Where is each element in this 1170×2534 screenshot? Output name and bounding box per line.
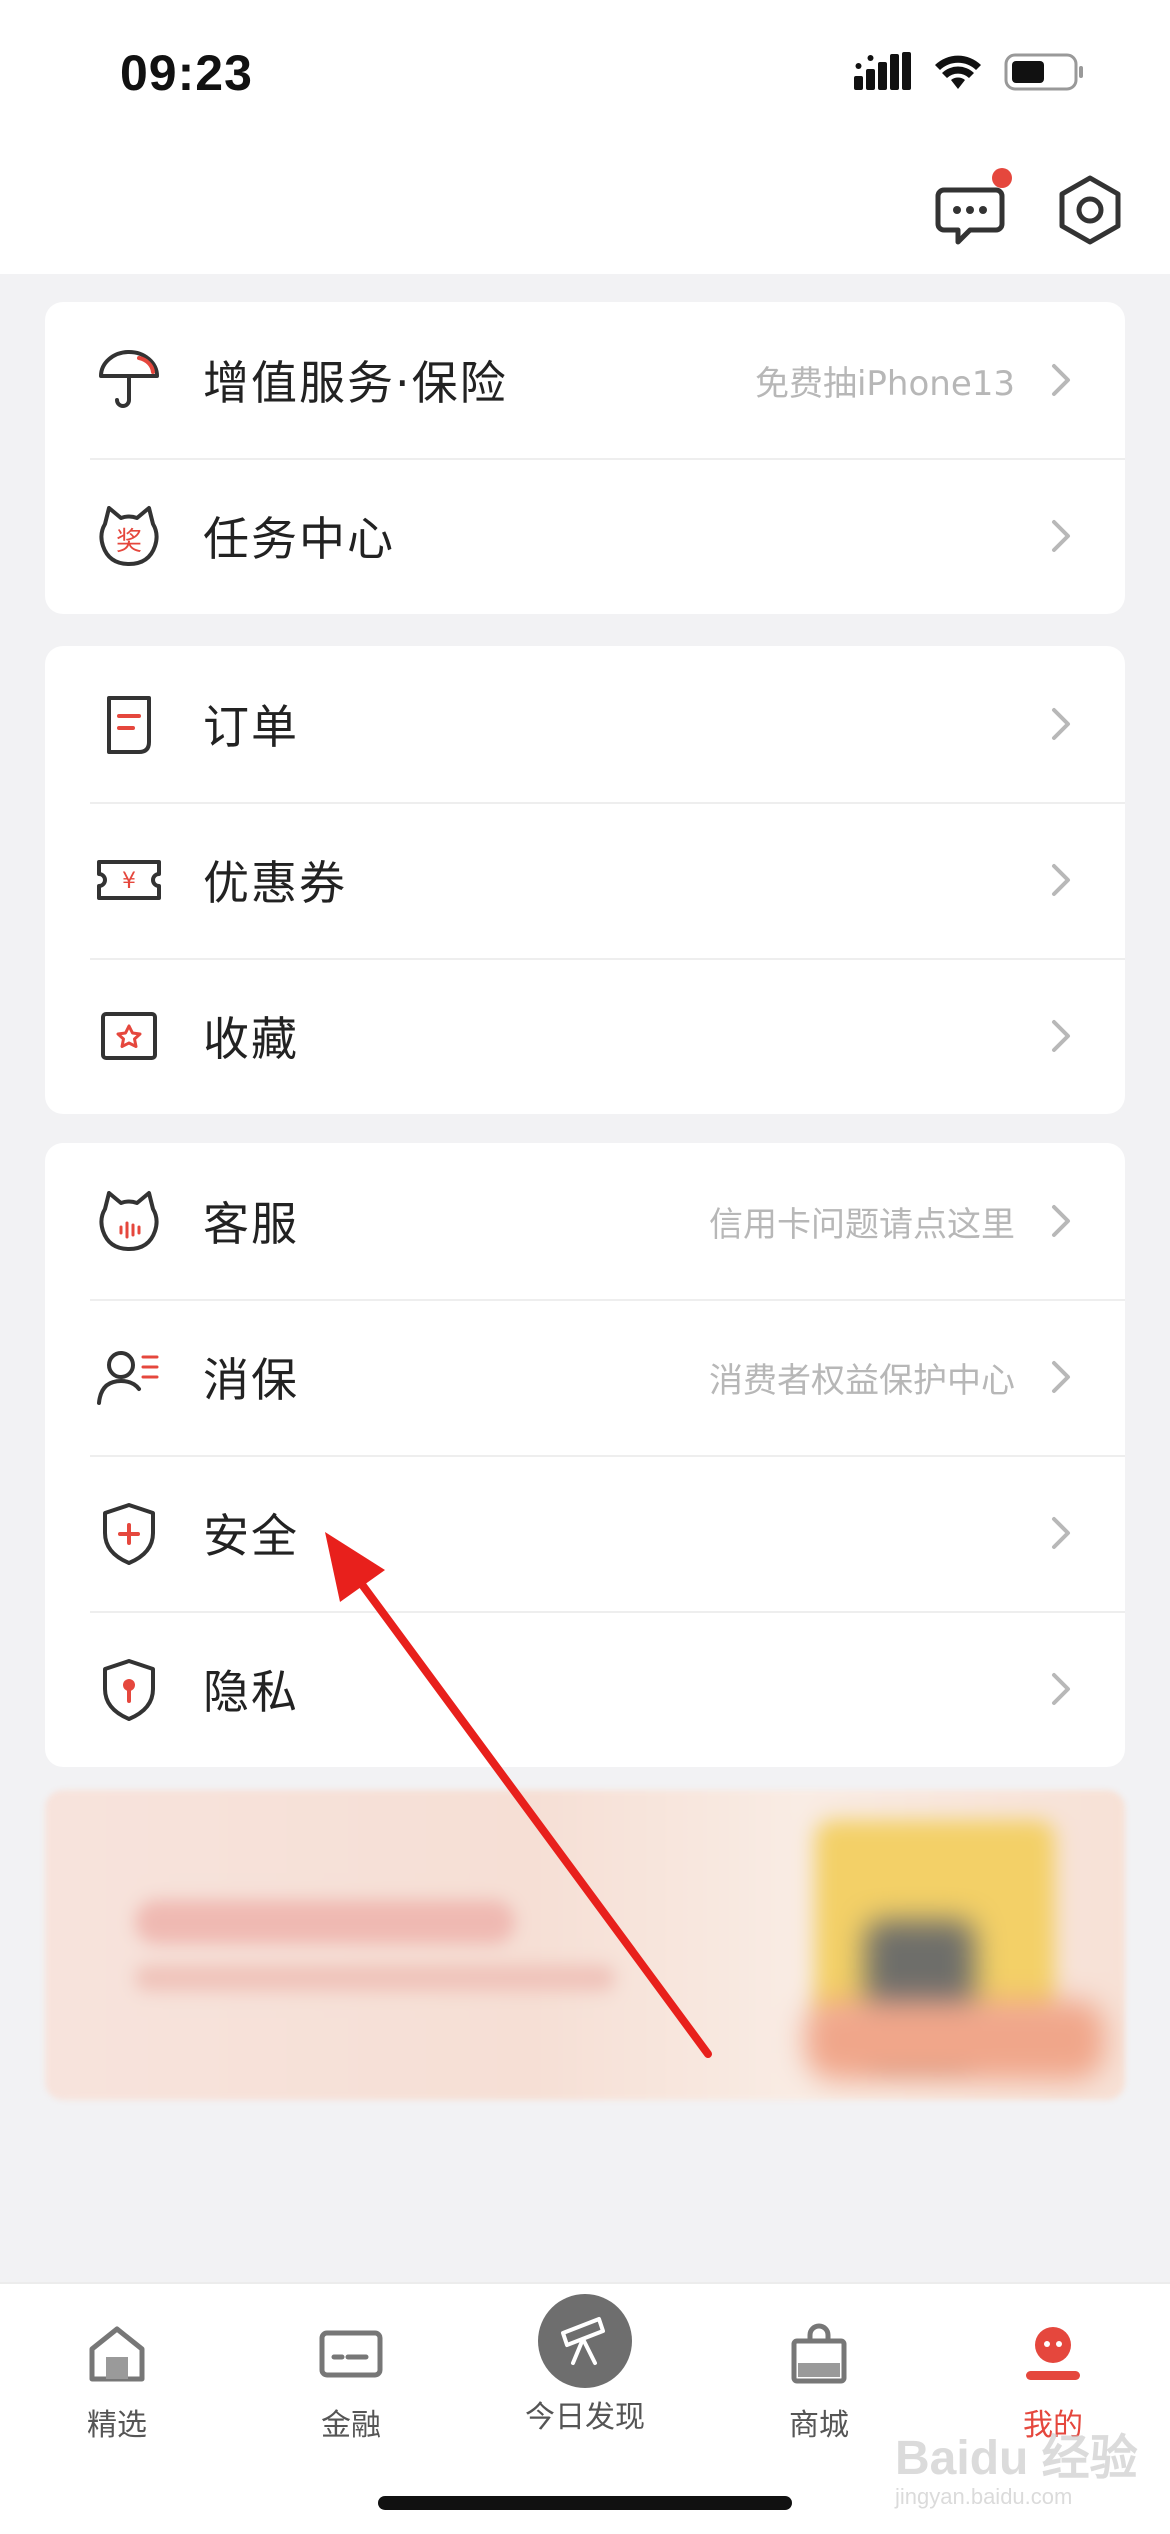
menu-row-label: 订单 <box>203 700 299 754</box>
chevron-right-icon <box>1052 708 1070 740</box>
chevron-right-icon <box>1052 1673 1070 1705</box>
home-indicator[interactable] <box>378 2496 792 2510</box>
tab-label: 今日发现 <box>525 2400 645 2435</box>
menu-row-hint: 信用卡问题请点这里 <box>709 1204 1015 1245</box>
menu-row-label: 客服 <box>203 1197 299 1251</box>
telescope-icon <box>538 2294 632 2388</box>
watermark-text: Baidu 经验 <box>895 2432 1138 2485</box>
order-document-icon <box>95 690 163 758</box>
umbrella-icon <box>95 346 163 414</box>
menu-row-coupons[interactable]: ¥ 优惠券 <box>45 802 1125 958</box>
settings-gear-icon <box>1059 175 1121 245</box>
tab-finance[interactable]: 金融 <box>234 2284 468 2454</box>
services-card: 增值服务·保险 免费抽iPhone13 奖 任务中心 <box>45 302 1125 614</box>
tab-label: 商城 <box>789 2408 849 2443</box>
chevron-right-icon <box>1052 1517 1070 1549</box>
home-icon <box>75 2312 159 2396</box>
watermark-subtext: jingyan.baidu.com <box>895 2484 1073 2509</box>
status-bar: 09:23 <box>0 0 1170 150</box>
card-icon <box>309 2312 393 2396</box>
shopping-bag-icon <box>777 2312 861 2396</box>
favorite-star-icon <box>95 1002 163 1070</box>
menu-row-hint: 免费抽iPhone13 <box>754 363 1015 404</box>
menu-row-label: 任务中心 <box>203 512 395 566</box>
top-header <box>0 150 1170 274</box>
baidu-watermark: Baidu 经验 jingyan.baidu.com <box>895 2418 1138 2510</box>
menu-row-consumer-protection[interactable]: 消保 消费者权益保护中心 <box>45 1299 1125 1455</box>
svg-text:奖: 奖 <box>116 527 142 557</box>
orders-card: 订单 ¥ 优惠券 收藏 <box>45 646 1125 1114</box>
chevron-right-icon <box>1052 1020 1070 1052</box>
support-card: 客服 信用卡问题请点这里 消保 消费者权益保护中心 安全 隐私 <box>45 1143 1125 1767</box>
menu-row-label: 隐私 <box>203 1665 299 1719</box>
menu-row-label: 优惠券 <box>203 856 347 910</box>
settings-button[interactable] <box>1048 168 1132 252</box>
cellular-signal-icon <box>854 52 911 90</box>
message-button[interactable] <box>930 168 1014 252</box>
svg-text:¥: ¥ <box>122 869 136 894</box>
chevron-right-icon <box>1052 1361 1070 1393</box>
customer-service-icon <box>95 1187 163 1255</box>
chevron-right-icon <box>1052 864 1070 896</box>
reward-cat-icon: 奖 <box>95 502 163 570</box>
menu-row-task-center[interactable]: 奖 任务中心 <box>45 458 1125 614</box>
promo-banner[interactable] <box>45 1790 1125 2100</box>
security-shield-icon <box>95 1499 163 1567</box>
chevron-right-icon <box>1052 1205 1070 1237</box>
menu-row-label: 收藏 <box>203 1012 299 1066</box>
status-time: 09:23 <box>120 45 253 101</box>
tab-featured[interactable]: 精选 <box>0 2284 234 2454</box>
chevron-right-icon <box>1052 364 1070 396</box>
battery-icon <box>1004 53 1083 91</box>
wifi-icon <box>935 55 981 89</box>
privacy-shield-icon <box>95 1655 163 1723</box>
menu-row-security[interactable]: 安全 <box>45 1455 1125 1611</box>
consumer-protection-icon <box>95 1343 163 1411</box>
chevron-right-icon <box>1052 520 1070 552</box>
menu-row-label: 消保 <box>203 1353 299 1407</box>
tab-discover[interactable]: 今日发现 <box>468 2284 702 2454</box>
tab-label: 精选 <box>87 2408 147 2443</box>
coupon-icon: ¥ <box>95 846 163 914</box>
menu-row-customer-service[interactable]: 客服 信用卡问题请点这里 <box>45 1143 1125 1299</box>
menu-row-privacy[interactable]: 隐私 <box>45 1611 1125 1767</box>
notification-dot <box>992 168 1012 188</box>
menu-row-label: 增值服务·保险 <box>203 356 508 410</box>
menu-row-favorites[interactable]: 收藏 <box>45 958 1125 1114</box>
menu-row-orders[interactable]: 订单 <box>45 646 1125 802</box>
profile-icon <box>1011 2312 1095 2396</box>
tab-label: 金融 <box>321 2408 381 2443</box>
menu-row-insurance[interactable]: 增值服务·保险 免费抽iPhone13 <box>45 302 1125 458</box>
status-icons <box>854 52 1084 92</box>
menu-row-label: 安全 <box>203 1509 299 1563</box>
menu-row-hint: 消费者权益保护中心 <box>709 1360 1015 1401</box>
